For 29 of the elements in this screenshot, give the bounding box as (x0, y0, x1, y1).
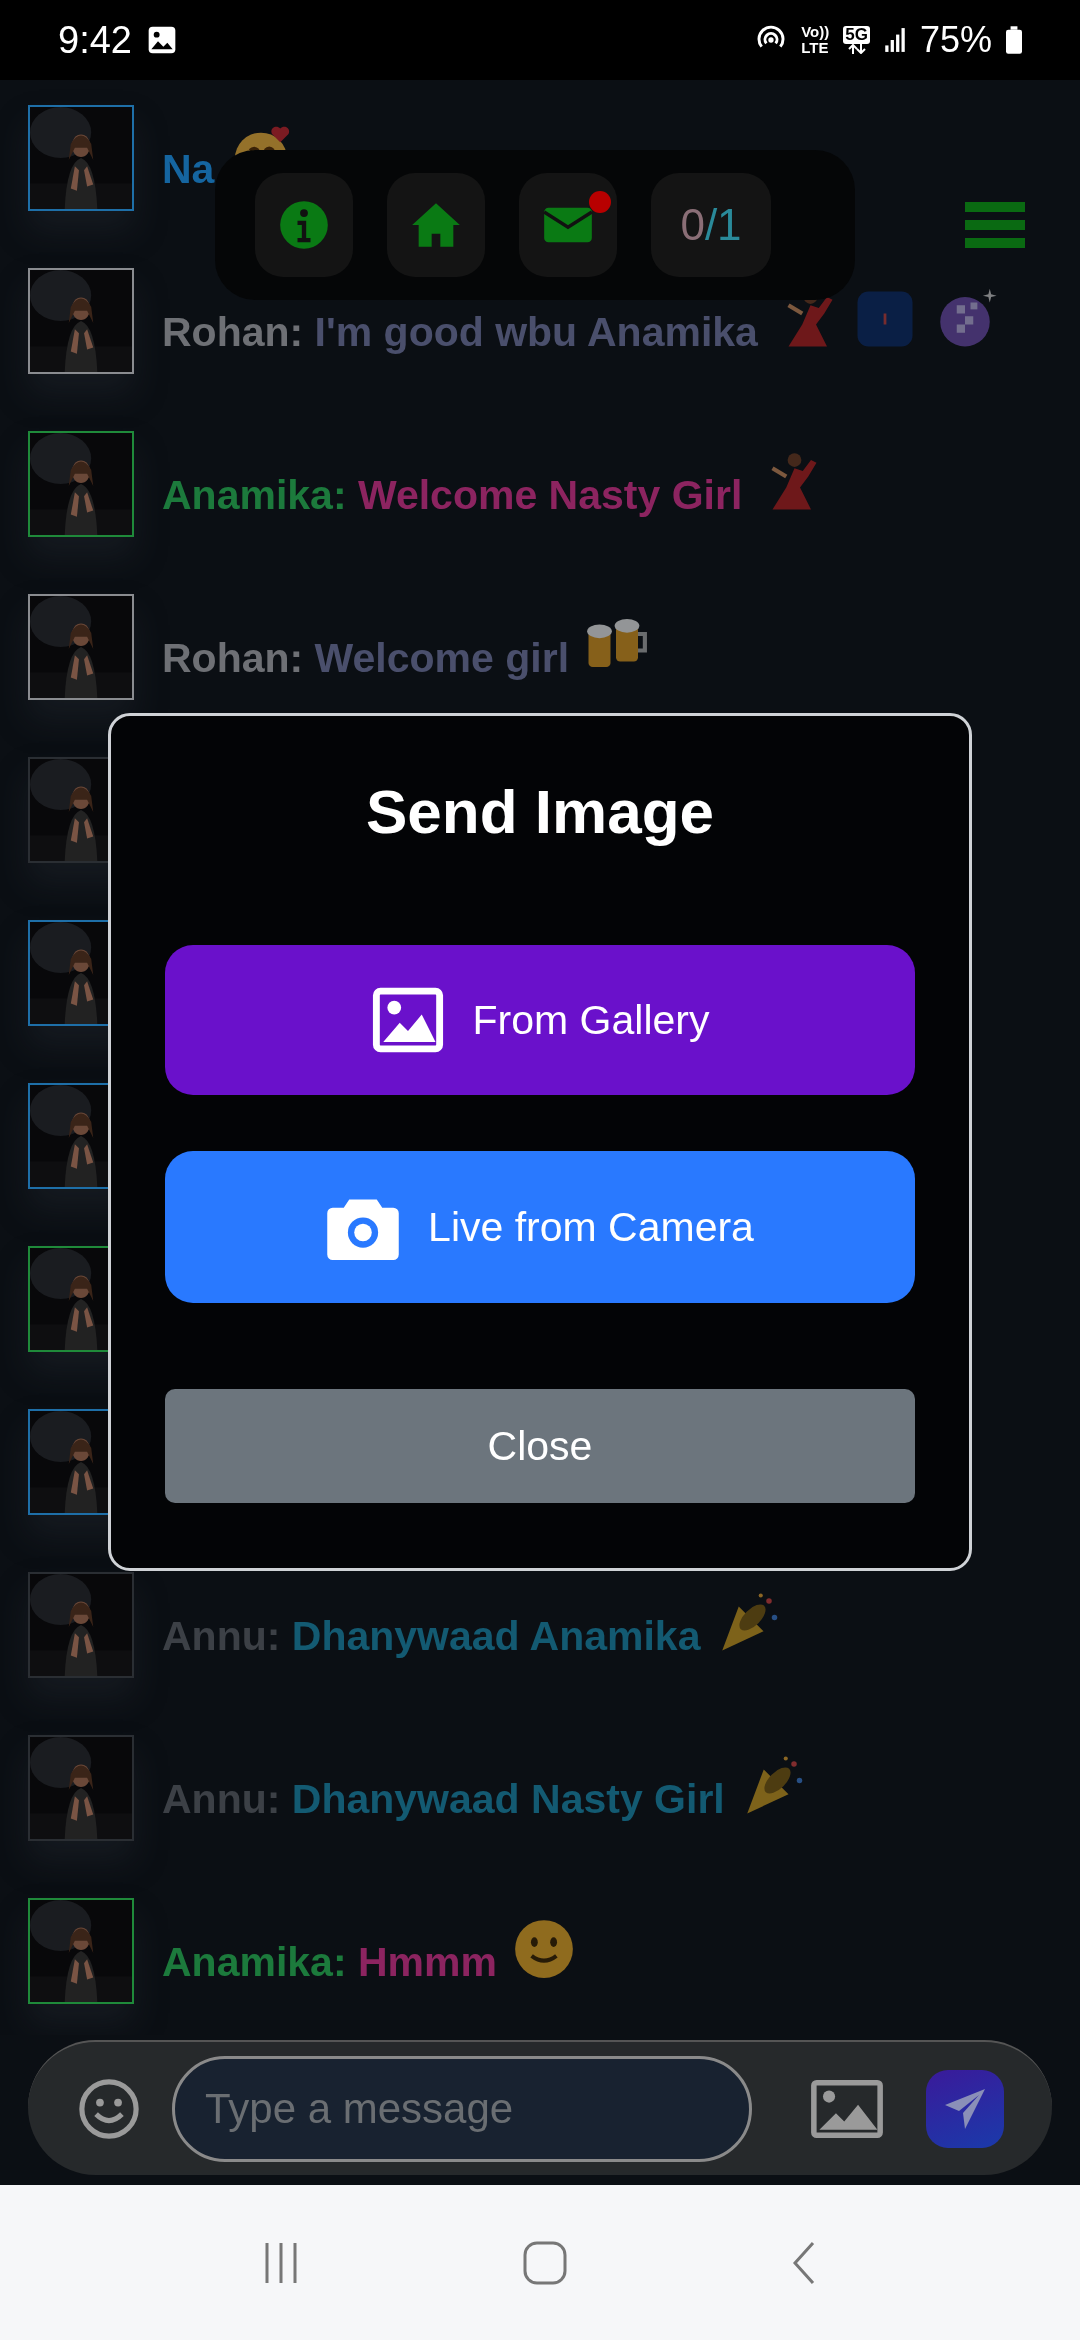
battery-percent: 75% (919, 19, 992, 61)
emoji-icon[interactable] (78, 2077, 140, 2140)
home-button[interactable] (387, 173, 485, 277)
dialog-title: Send Image (366, 776, 714, 847)
network-label: 5G (843, 26, 870, 44)
message-text: Rohan: Welcome girl (162, 634, 570, 682)
counter-button[interactable]: 0/1 (651, 173, 771, 277)
clock-time: 9:42 (58, 18, 132, 62)
volte-label: Vo)) (801, 24, 830, 40)
close-button[interactable]: Close (165, 1389, 915, 1503)
battery-icon (1006, 26, 1022, 54)
message-text: Anamika: Hmmm (162, 1938, 497, 1986)
send-button[interactable] (926, 2069, 1004, 2148)
menu-icon[interactable] (965, 202, 1025, 248)
mail-button[interactable] (519, 173, 617, 277)
message-field[interactable]: Type a message (172, 2055, 752, 2162)
gallery-button[interactable]: From Gallery (165, 945, 915, 1095)
signal-icon (883, 27, 906, 53)
data-arrows-icon (846, 44, 867, 54)
image-icon (370, 987, 445, 1053)
message-text: Na (162, 145, 215, 193)
volte-label: LTE (801, 40, 830, 56)
camera-button[interactable]: Live from Camera (165, 1151, 915, 1303)
image-icon[interactable] (810, 2079, 884, 2138)
home-icon[interactable] (523, 2240, 567, 2285)
info-icon (278, 199, 330, 251)
message-text: Anamika: Welcome Nasty Girl (162, 471, 743, 519)
message-text: Rohan: I'm good wbu Anamika (162, 308, 758, 356)
info-button[interactable] (255, 173, 353, 277)
